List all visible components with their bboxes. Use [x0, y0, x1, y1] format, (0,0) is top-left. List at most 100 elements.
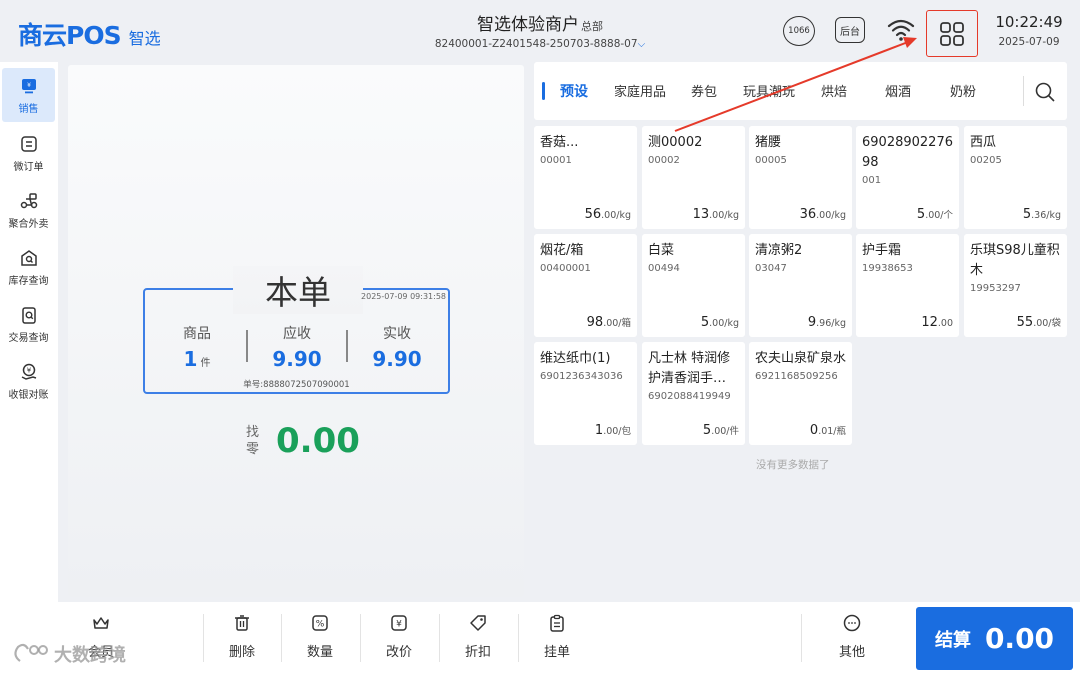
product-price: 0.01/瓶 — [810, 423, 846, 438]
price-unit: /件 — [726, 426, 739, 437]
product-code: 00005 — [755, 155, 787, 166]
sidebar-item-sales[interactable]: ¥ 销售 — [2, 68, 55, 122]
search-icon[interactable] — [1034, 81, 1056, 103]
price-unit: /kg — [1046, 210, 1061, 221]
delete-button[interactable]: 删除 — [203, 613, 281, 669]
tab-milk-powder[interactable]: 奶粉 — [950, 81, 976, 100]
clock: 10:22:49 2025-07-09 — [992, 13, 1066, 48]
sidebar-item-transactions[interactable]: 交易查询 — [2, 297, 55, 351]
product-price: 36.00/kg — [800, 207, 846, 222]
tab-toys[interactable]: 玩具潮玩 — [743, 81, 795, 100]
sidebar: ¥ 销售 微订单 聚合外卖 库存查询 交易查询 ¥ 收银对账 — [0, 62, 58, 602]
price-decimal: .00 — [1033, 318, 1049, 329]
product-code: 19938653 — [862, 263, 913, 274]
price-unit: /箱 — [618, 318, 631, 329]
product-card[interactable]: 香菇... 00001 56.00/kg — [534, 126, 637, 229]
due-value: 9.90 — [272, 347, 322, 371]
sidebar-item-label: 聚合外卖 — [8, 218, 49, 230]
wifi-icon[interactable] — [886, 16, 916, 44]
delivery-icon — [20, 192, 37, 208]
price-decimal: .00 — [709, 318, 725, 329]
change-price-button[interactable]: ¥ 改价 — [360, 613, 438, 669]
svg-text:%: % — [316, 620, 325, 630]
bottom-toolbar: 会员 删除 % 数量 ¥ 改价 折扣 挂单 其他 结算 0.00 — [0, 602, 1080, 675]
product-name: 白菜 — [648, 243, 675, 258]
goods-label: 商品 — [183, 326, 211, 342]
clock-time: 10:22:49 — [995, 13, 1063, 31]
price-unit: /个 — [940, 210, 953, 221]
micro-order-icon — [20, 135, 37, 152]
product-card[interactable]: 猪腰 00005 36.00/kg — [749, 126, 852, 229]
apps-grid-button[interactable] — [926, 10, 978, 57]
watermark-text: 大数跨境 — [54, 645, 126, 666]
product-code: 03047 — [755, 263, 787, 274]
quantity-label: 数量 — [306, 645, 333, 660]
clock-date: 2025-07-09 — [998, 36, 1060, 48]
sales-icon: ¥ — [21, 78, 36, 93]
product-card[interactable]: 西瓜 00205 5.36/kg — [964, 126, 1067, 229]
checkout-button[interactable]: 结算 0.00 — [916, 607, 1073, 670]
logo-main: 商云POS — [18, 21, 122, 50]
price-decimal: .01 — [818, 426, 834, 437]
price-integer: 5 — [702, 423, 712, 438]
tab-bakery[interactable]: 烘焙 — [821, 81, 847, 100]
product-card[interactable]: 凡士林 特润修护清香润手… 6902088419949 5.00/件 — [642, 342, 745, 445]
product-name: 护手霜 — [862, 243, 902, 258]
merchant-selector[interactable]: 智选体验商户 总部 82400001-Z2401548-250703-8888-0… — [430, 10, 650, 50]
product-card[interactable]: 烟花/箱 00400001 98.00/箱 — [534, 234, 637, 337]
checkout-label: 结算 — [934, 629, 971, 651]
order-title: 本单 — [233, 266, 363, 314]
product-card[interactable]: 农夫山泉矿泉水 6921168509256 0.01/瓶 — [749, 342, 852, 445]
product-price: 98.00/箱 — [587, 315, 631, 330]
price-integer: 56 — [584, 207, 602, 222]
order-panel: 本单 2025-07-09 09:31:58 商品 1件 应收 9.90 实收 … — [68, 65, 524, 597]
chevron-down-icon: ⌵ — [637, 39, 646, 50]
product-card[interactable]: 6902890227698 001 5.00/个 — [856, 126, 959, 229]
reconcile-icon: ¥ — [21, 363, 36, 380]
merchant-code: 82400001-Z2401548-250703-8888-07 — [434, 38, 638, 50]
tab-tobacco[interactable]: 烟酒 — [885, 81, 911, 100]
product-card[interactable]: 测00002 00002 13.00/kg — [642, 126, 745, 229]
tab-preset[interactable]: 预设 — [560, 81, 588, 101]
price-integer: 36 — [799, 207, 817, 222]
change-value: 0.00 — [276, 421, 360, 461]
tab-household[interactable]: 家庭用品 — [614, 81, 666, 100]
price-integer: 1 — [594, 423, 604, 438]
product-price: 5.36/kg — [1023, 207, 1061, 222]
divider — [801, 614, 802, 662]
sidebar-item-reconcile[interactable]: ¥ 收银对账 — [2, 354, 55, 408]
sidebar-item-inventory[interactable]: 库存查询 — [2, 240, 55, 294]
quantity-button[interactable]: % 数量 — [281, 613, 359, 669]
sidebar-item-micro-order[interactable]: 微订单 — [2, 126, 55, 180]
due-stat: 应收 9.90 — [257, 323, 337, 371]
other-label: 其他 — [838, 645, 865, 660]
product-price: 13.00/kg — [693, 207, 739, 222]
price-integer: 0 — [809, 423, 819, 438]
tab-coupons[interactable]: 券包 — [691, 81, 717, 100]
product-card[interactable]: 维达纸巾(1) 6901236343036 1.00/包 — [534, 342, 637, 445]
transaction-icon — [21, 306, 36, 324]
product-price: 56.00/kg — [585, 207, 631, 222]
discount-button[interactable]: 折扣 — [439, 613, 517, 669]
top-bar: 商云POS 智选 智选体验商户 总部 82400001-Z2401548-2507… — [0, 0, 1080, 62]
product-card[interactable]: 乐琪S98儿童积木 19953297 55.00/袋 — [964, 234, 1067, 337]
other-button[interactable]: 其他 — [813, 613, 891, 669]
discount-label: 折扣 — [464, 645, 491, 660]
product-card[interactable]: 清凉粥2 03047 9.96/kg — [749, 234, 852, 337]
goods-count: 1 — [183, 347, 198, 371]
price-integer: 98 — [586, 315, 604, 330]
tag-icon — [470, 615, 486, 631]
hold-order-button[interactable]: 挂单 — [518, 613, 596, 669]
product-price: 5.00/件 — [703, 423, 739, 438]
product-price: 55.00/袋 — [1017, 315, 1061, 330]
sidebar-item-delivery[interactable]: 聚合外卖 — [2, 183, 55, 237]
badge-counter: 1066 — [788, 26, 810, 36]
price-decimal: .00 — [816, 210, 832, 221]
price-unit: /kg — [616, 210, 631, 221]
badge-counter-button[interactable]: 1066 — [783, 16, 815, 46]
sidebar-item-label: 微订单 — [13, 161, 44, 173]
product-card[interactable]: 白菜 00494 5.00/kg — [642, 234, 745, 337]
product-card[interactable]: 护手霜 19938653 12.00 — [856, 234, 959, 337]
price-unit: /袋 — [1048, 318, 1061, 329]
backend-button[interactable]: 后台 — [835, 17, 865, 43]
